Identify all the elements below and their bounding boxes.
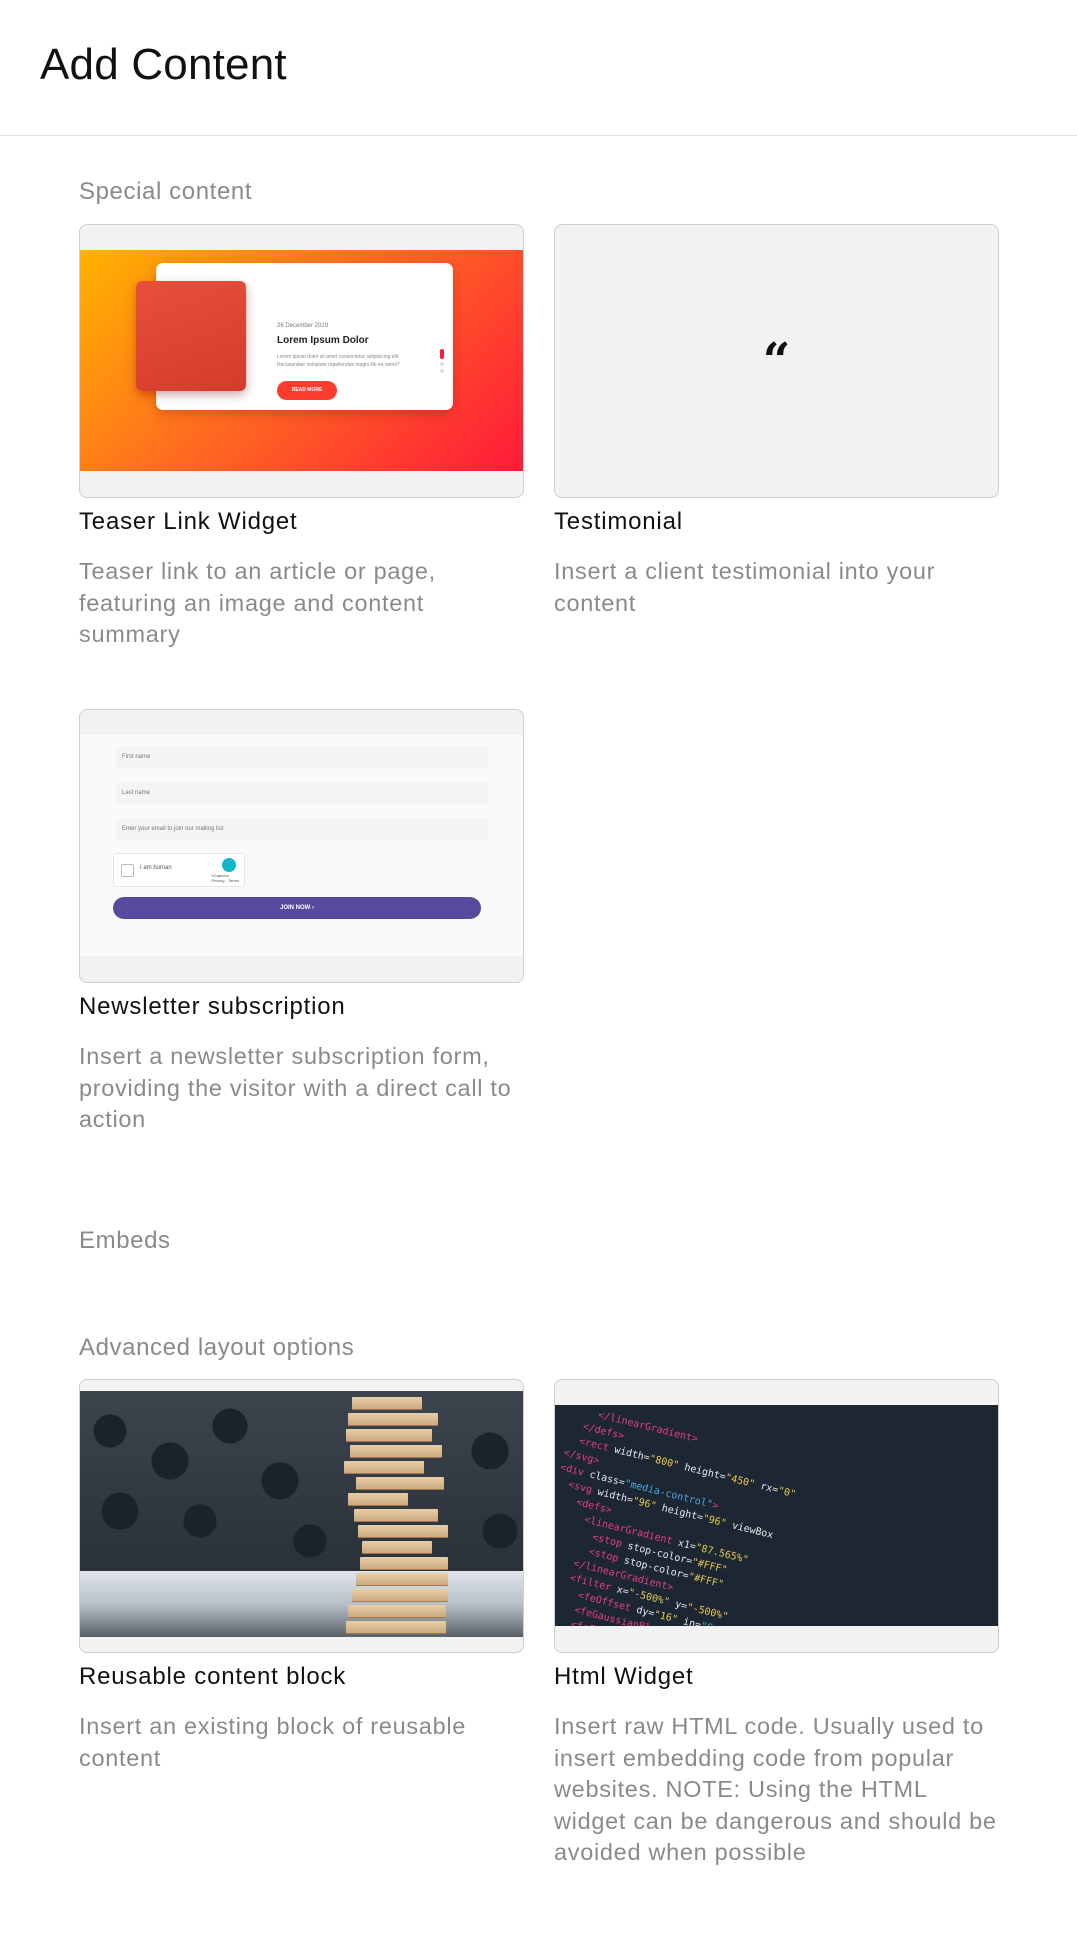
hcaptcha-icon xyxy=(222,858,236,872)
card-description: Insert a newsletter subscription form, p… xyxy=(79,1043,512,1132)
card-title: Html Widget xyxy=(554,1663,694,1690)
quote-icon: “ xyxy=(762,333,791,389)
card-title: Testimonial xyxy=(554,508,683,535)
checkbox-icon xyxy=(121,864,134,877)
captcha-brand: hCaptcha Privacy - Terms xyxy=(211,873,239,883)
reusable-preview-image xyxy=(79,1379,524,1653)
content-card-reusable-content-block[interactable]: Reusable content block Insert an existin… xyxy=(79,1379,524,1774)
section-title-advanced-layout-options: Advanced layout options xyxy=(79,1334,355,1361)
jenga-photo xyxy=(80,1391,523,1637)
card-title: Newsletter subscription xyxy=(79,993,346,1020)
newsletter-preview-image: First name Last name Enter your email to… xyxy=(79,709,524,983)
teaser-preview-button: READ MORE xyxy=(277,381,337,400)
teaser-preview-photo xyxy=(136,281,246,391)
content-card-teaser-link-widget[interactable]: 26 December 2019 Lorem Ipsum Dolor Lorem… xyxy=(79,224,524,651)
newsletter-preview-first-name: First name xyxy=(116,746,488,768)
page-title: Add Content xyxy=(40,40,287,89)
card-description: Teaser link to an article or page, featu… xyxy=(79,558,436,647)
card-description: Insert an existing block of reusable con… xyxy=(79,1713,467,1771)
card-title: Teaser Link Widget xyxy=(79,508,298,535)
card-title: Reusable content block xyxy=(79,1663,347,1690)
testimonial-preview: “ xyxy=(554,224,999,498)
teaser-preview-pagination xyxy=(440,349,444,376)
jenga-tower xyxy=(338,1393,448,1634)
html-widget-preview-image: </linearGradient> </defs> <rect width="8… xyxy=(554,1379,999,1653)
content-card-newsletter-subscription[interactable]: First name Last name Enter your email to… xyxy=(79,709,524,1136)
captcha-label: I am human xyxy=(140,865,172,871)
card-description: Insert a client testimonial into your co… xyxy=(554,558,936,616)
teaser-preview-heading: Lorem Ipsum Dolor xyxy=(277,335,369,346)
newsletter-preview-captcha: I am human hCaptcha Privacy - Terms xyxy=(113,853,245,887)
content-card-html-widget[interactable]: </linearGradient> </defs> <rect width="8… xyxy=(554,1379,999,1869)
newsletter-preview-last-name: Last name xyxy=(116,782,488,804)
content-card-testimonial[interactable]: “ Testimonial Insert a client testimonia… xyxy=(554,224,999,619)
newsletter-preview-join-button: JOIN NOW › xyxy=(113,897,481,919)
code-photo: </linearGradient> </defs> <rect width="8… xyxy=(555,1405,998,1626)
teaser-preview-image: 26 December 2019 Lorem Ipsum Dolor Lorem… xyxy=(79,224,524,498)
card-description: Insert raw HTML code. Usually used to in… xyxy=(554,1713,997,1865)
teaser-preview-text: Lorem ipsum dolor sit amet consectetur, … xyxy=(277,354,400,368)
header: Add Content xyxy=(0,0,1077,136)
section-title-special-content: Special content xyxy=(79,178,253,205)
section-title-embeds: Embeds xyxy=(79,1227,171,1254)
newsletter-preview-background xyxy=(80,735,523,956)
newsletter-preview-email: Enter your email to join our mailing lis… xyxy=(116,818,488,840)
teaser-preview-date: 26 December 2019 xyxy=(277,323,329,329)
